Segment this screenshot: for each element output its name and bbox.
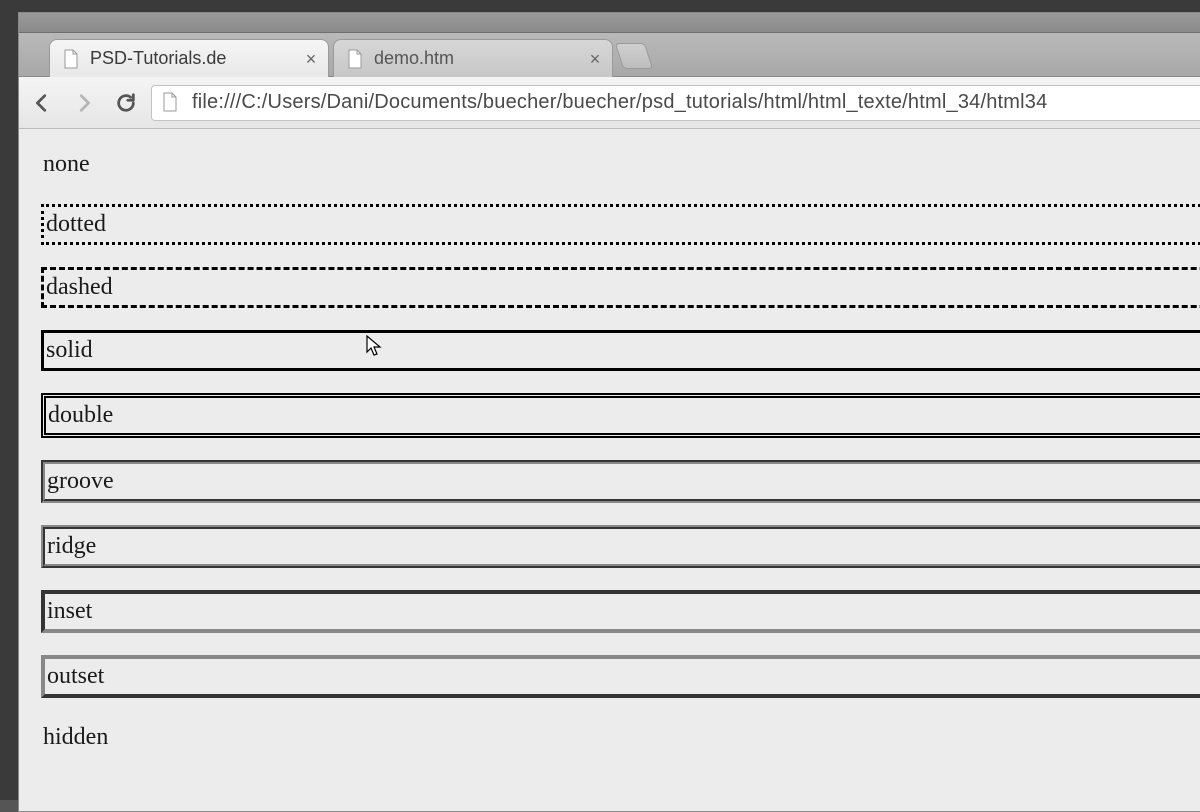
tab-strip: PSD-Tutorials.de × demo.htm × <box>19 33 1200 77</box>
border-sample-solid: solid <box>41 330 1200 371</box>
reload-button[interactable] <box>109 86 143 120</box>
border-label: dotted <box>46 211 106 237</box>
border-sample-groove: groove <box>41 460 1200 503</box>
border-label: dashed <box>46 274 113 300</box>
close-icon[interactable]: × <box>304 52 318 66</box>
close-icon[interactable]: × <box>588 52 602 66</box>
new-tab-button[interactable] <box>615 43 653 69</box>
tab-inactive[interactable]: demo.htm × <box>333 39 613 77</box>
file-icon <box>62 48 80 70</box>
border-sample-inset: inset <box>41 590 1200 633</box>
border-label: ridge <box>47 533 96 559</box>
border-label: hidden <box>43 724 108 750</box>
window-titlebar <box>19 13 1200 33</box>
file-icon <box>346 48 364 70</box>
page-content: none dotted dashed solid double groove r… <box>19 129 1200 811</box>
address-bar[interactable]: file:///C:/Users/Dani/Documents/buecher/… <box>151 85 1200 121</box>
border-sample-hidden: hidden <box>41 720 1200 755</box>
border-label: inset <box>47 598 92 624</box>
border-sample-dashed: dashed <box>41 267 1200 308</box>
border-label: outset <box>47 663 104 689</box>
back-button[interactable] <box>25 86 59 120</box>
tab-title: PSD-Tutorials.de <box>90 48 226 69</box>
border-label: solid <box>46 337 93 363</box>
border-label: double <box>48 402 113 428</box>
border-sample-ridge: ridge <box>41 525 1200 568</box>
border-sample-outset: outset <box>41 655 1200 698</box>
forward-button[interactable] <box>67 86 101 120</box>
tab-title: demo.htm <box>374 48 454 69</box>
border-sample-dotted: dotted <box>41 204 1200 245</box>
border-label: none <box>43 151 90 177</box>
border-label: groove <box>47 468 114 494</box>
file-icon <box>162 92 180 114</box>
tab-active[interactable]: PSD-Tutorials.de × <box>49 39 329 77</box>
border-sample-double: double <box>41 393 1200 438</box>
border-sample-none: none <box>41 147 1200 182</box>
url-text: file:///C:/Users/Dani/Documents/buecher/… <box>192 91 1047 114</box>
browser-toolbar: file:///C:/Users/Dani/Documents/buecher/… <box>19 77 1200 129</box>
